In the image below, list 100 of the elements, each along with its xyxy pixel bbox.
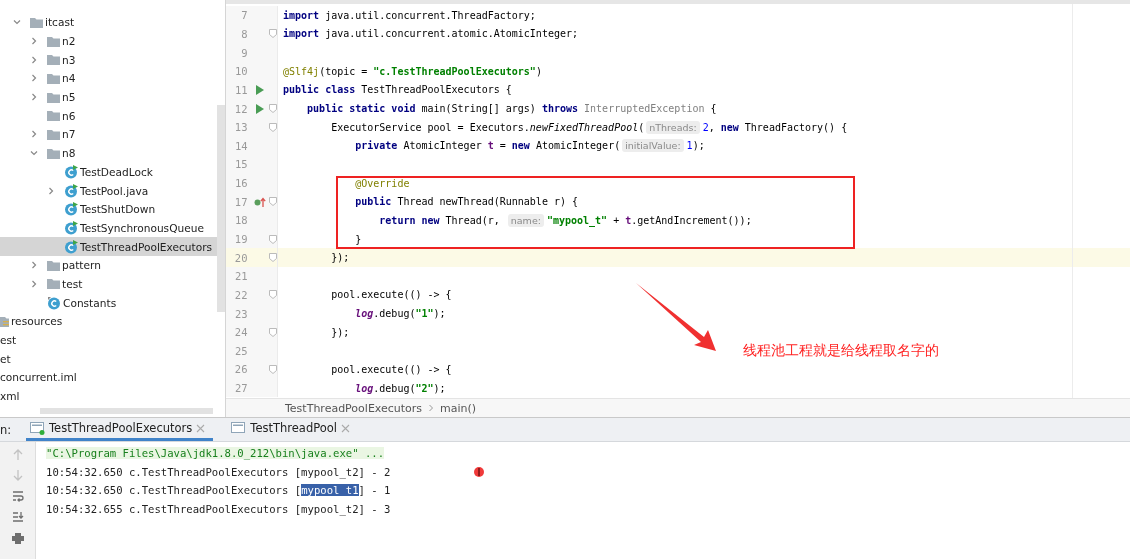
fold-icon[interactable] — [269, 327, 277, 337]
code-text: } — [354, 233, 362, 245]
resources-folder-icon — [0, 315, 9, 327]
code-text: }); — [330, 252, 350, 264]
tree-item[interactable]: xml — [0, 390, 20, 403]
chevron-right-icon[interactable] — [30, 55, 38, 64]
fold-icon[interactable] — [269, 29, 277, 39]
tree-item[interactable]: n8 — [62, 147, 76, 160]
chevron-down-icon[interactable] — [30, 149, 38, 158]
code-text: pool.execute(() -> { — [330, 289, 452, 301]
panel-label: n: — [0, 422, 13, 437]
fold-icon[interactable] — [269, 122, 277, 132]
line-number: 22 — [233, 288, 248, 301]
line-number: 10 — [233, 65, 248, 78]
chevron-down-icon[interactable] — [13, 18, 21, 27]
scroll-to-end-icon[interactable] — [11, 511, 24, 523]
run-icon[interactable] — [256, 103, 265, 114]
tree-item[interactable]: TestPool.java — [80, 184, 149, 197]
folder-icon — [47, 54, 60, 66]
fold-icon[interactable] — [269, 104, 277, 113]
chevron-right-icon[interactable] — [30, 74, 38, 83]
line-number: 11 — [233, 83, 248, 96]
tree-item[interactable]: TestShutDown — [80, 203, 156, 216]
tree-item[interactable]: Constants — [63, 296, 117, 309]
run-tab[interactable]: TestThreadPool — [227, 418, 358, 441]
code-text: 2, new ThreadFactory() { — [702, 121, 848, 133]
chevron-right-icon[interactable] — [30, 93, 38, 102]
line-number: 26 — [233, 363, 248, 376]
override-icon[interactable] — [254, 196, 267, 207]
line-number: 20 — [233, 251, 248, 264]
line-number: 9 — [240, 46, 248, 59]
tree-item[interactable]: resources — [11, 315, 63, 328]
tree-item[interactable]: n3 — [62, 53, 76, 66]
line-number: 12 — [233, 102, 248, 115]
code-text: @Override — [354, 177, 410, 189]
tree-item[interactable]: n7 — [62, 128, 76, 141]
folder-icon — [47, 110, 60, 122]
parameter-hint: initialValue: — [622, 139, 684, 153]
tree-item[interactable]: concurrent.iml — [0, 371, 77, 384]
line-number: 13 — [233, 121, 248, 134]
line-number: 24 — [233, 326, 248, 339]
code-text: import java.util.concurrent.ThreadFactory; — [283, 9, 536, 21]
chevron-right-icon[interactable] — [30, 130, 38, 139]
fold-icon[interactable] — [269, 197, 277, 207]
tree-item[interactable]: TestDeadLock — [80, 165, 153, 178]
run-tab[interactable]: TestThreadPoolExecutors — [26, 418, 214, 441]
code-text: "mypool_t" + t.getAndIncrement()); — [546, 214, 752, 226]
tree-item[interactable]: TestSynchronousQueue — [80, 221, 204, 234]
chevron-right-icon[interactable] — [47, 186, 55, 195]
close-icon[interactable] — [196, 423, 206, 433]
runnable-class-icon — [64, 183, 78, 198]
fold-icon[interactable] — [269, 253, 277, 263]
runnable-class-icon — [64, 202, 78, 217]
close-icon[interactable] — [341, 423, 350, 433]
tree-item[interactable]: n4 — [62, 72, 76, 85]
line-number: 19 — [233, 233, 248, 245]
tree-item[interactable]: n5 — [62, 91, 76, 104]
runnable-class-icon — [64, 220, 78, 235]
scrollbar[interactable] — [217, 105, 225, 312]
code-text: ExecutorService pool = Executors.newFixedThreadPool( — [330, 121, 645, 133]
tree-item[interactable]: n2 — [62, 35, 76, 48]
breadcrumb[interactable]: TestThreadPoolExecutors — [285, 401, 423, 415]
fold-icon[interactable] — [269, 365, 277, 374]
line-number: 27 — [233, 382, 248, 395]
code-text: return new Thread(r, — [378, 214, 501, 226]
line-number: 15 — [233, 158, 248, 171]
folder-icon — [47, 128, 60, 140]
tree-item[interactable]: pattern — [62, 259, 101, 272]
down-arrow-icon[interactable] — [11, 469, 24, 481]
folder-icon — [47, 278, 60, 290]
line-number: 21 — [233, 270, 248, 283]
fold-icon[interactable] — [269, 234, 277, 244]
chevron-right-icon[interactable] — [30, 279, 38, 288]
console-text: ] - 1 — [358, 484, 391, 497]
class-icon — [47, 295, 61, 310]
parameter-hint: nThreads: — [646, 120, 700, 134]
console-text: 10:54:32.655 c.TestThreadPoolExecutors [mypool_t2] - 3 — [46, 502, 391, 515]
scrollbar[interactable] — [40, 408, 213, 414]
code-text: private AtomicInteger t = new AtomicInteger( — [354, 140, 621, 152]
console-text: 10:54:32.650 c.TestThreadPoolExecutors [mypool_t2] - 2 — [46, 465, 391, 478]
chevron-right-icon[interactable] — [30, 37, 38, 46]
run-icon[interactable] — [256, 84, 265, 95]
breadcrumb[interactable]: main() — [440, 401, 477, 415]
runnable-class-icon — [64, 239, 78, 254]
code-text: import java.util.concurrent.atomic.AtomicInteger; — [283, 28, 578, 40]
line-number: 8 — [240, 27, 248, 40]
tree-item[interactable]: TestThreadPoolExecutors — [80, 240, 213, 253]
up-arrow-icon[interactable] — [11, 448, 24, 460]
folder-icon — [47, 72, 60, 84]
tree-item[interactable]: et — [0, 352, 11, 365]
tree-item[interactable]: est — [0, 334, 17, 347]
code-text: @Slf4j(topic = "c.TestThreadPoolExecutors") — [283, 65, 542, 77]
tree-item[interactable]: test — [62, 277, 83, 290]
soft-wrap-icon[interactable] — [11, 490, 24, 502]
line-number: 17 — [233, 195, 248, 208]
tree-item[interactable]: itcast — [45, 16, 75, 29]
fold-icon[interactable] — [269, 290, 277, 300]
tree-item[interactable]: n6 — [62, 109, 76, 122]
code-text: log.debug("2"); — [354, 382, 446, 394]
chevron-right-icon[interactable] — [30, 261, 38, 270]
